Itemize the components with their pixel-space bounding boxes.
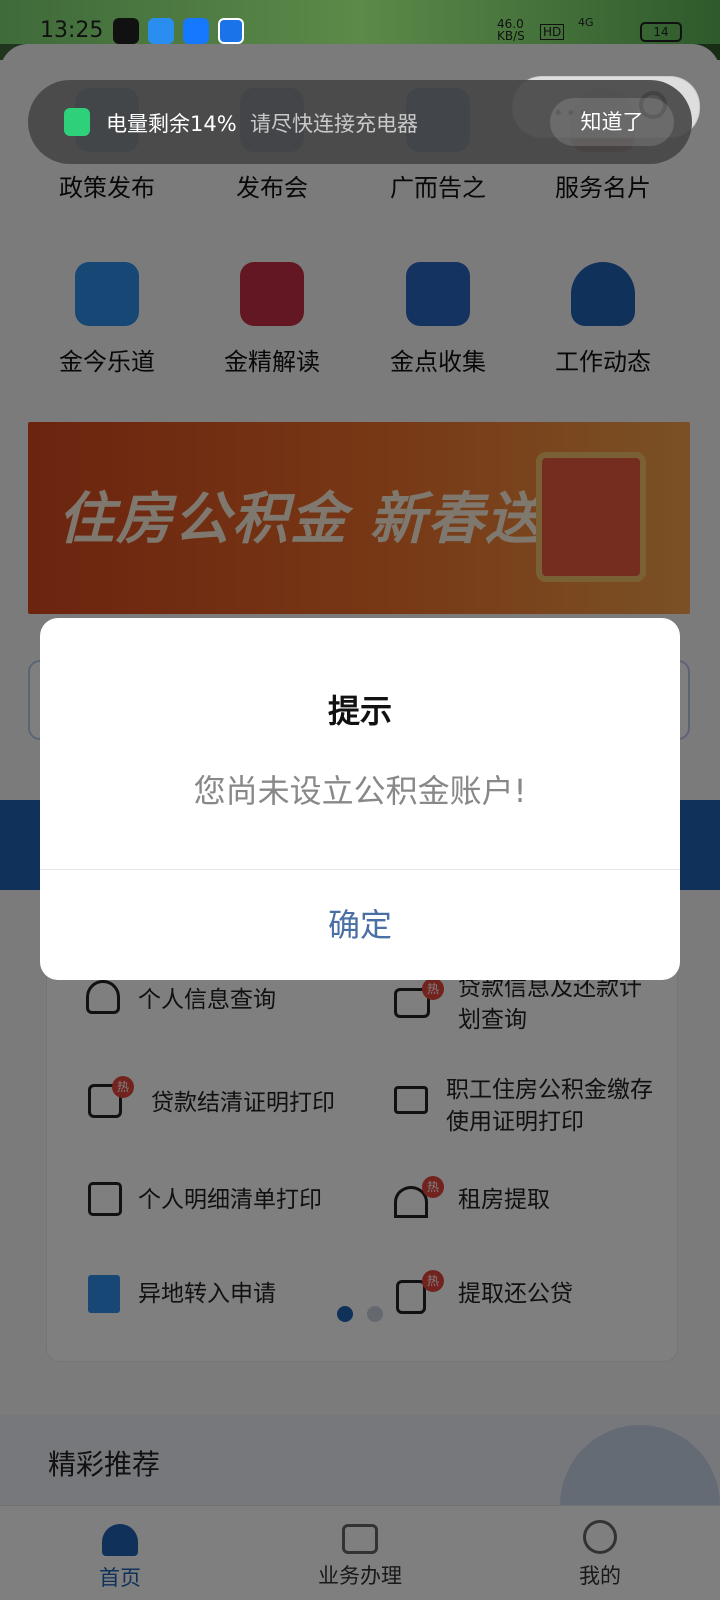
battery-toast: 电量剩余14% 请尽快连接充电器 知道了 (28, 80, 692, 164)
net-speed: 46.0 KB/S (497, 18, 525, 42)
maps-app-icon (148, 18, 174, 44)
charge-hint: 请尽快连接充电器 (250, 112, 418, 136)
battery-icon: 14 (640, 22, 682, 42)
dialog-message: 您尚未设立公积金账户! (193, 772, 527, 810)
dialog-title: 提示 (327, 692, 392, 730)
dismiss-toast-button[interactable]: 知道了 (550, 98, 674, 146)
battery-text: 电量剩余14% (106, 112, 237, 136)
tiktok-icon (113, 18, 139, 44)
signal-label: 4G (578, 16, 594, 29)
net-speed-unit: KB/S (497, 29, 525, 43)
hd-badge: HD (540, 24, 565, 40)
alipay-icon (183, 18, 209, 44)
battery-low-icon (64, 108, 90, 136)
battery-level: 14 (653, 25, 669, 39)
status-time: 13:25 (40, 18, 104, 43)
confirm-button[interactable]: 确定 (40, 870, 680, 980)
browser-icon (218, 18, 244, 44)
alert-dialog: 提示 您尚未设立公积金账户! 确定 (40, 618, 680, 980)
